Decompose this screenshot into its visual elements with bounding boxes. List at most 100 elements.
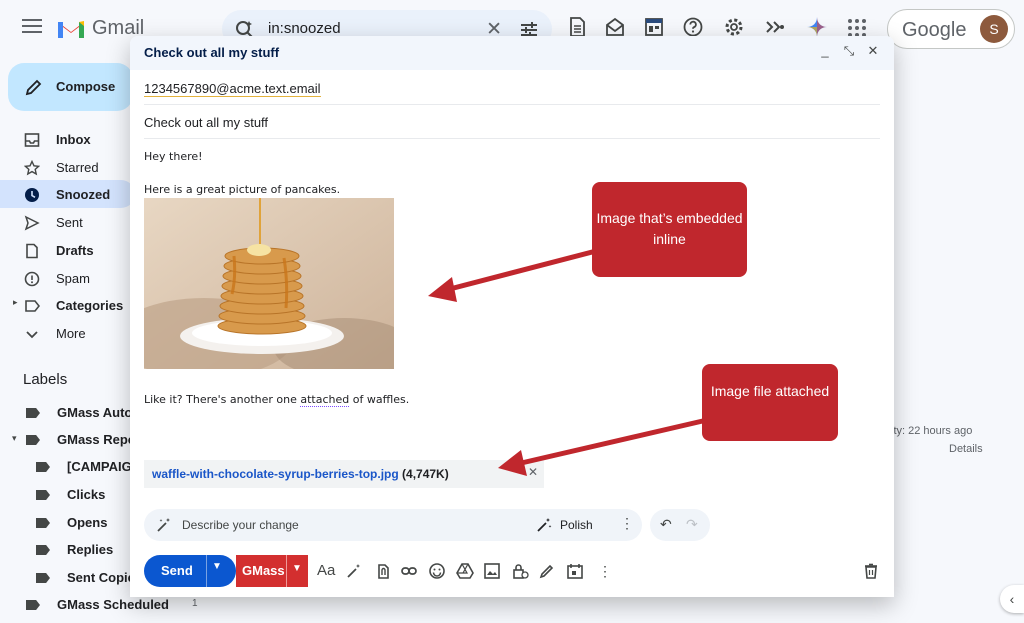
send-label: Send [161, 563, 193, 578]
label-item-text: Sent Copie [67, 570, 135, 585]
help-me-write-bar[interactable]: Describe your change Polish ⋮ [144, 509, 642, 541]
attachment-chip[interactable]: waffle-with-chocolate-syrup-berries-top.… [144, 460, 544, 488]
emoji-icon[interactable] [428, 562, 446, 580]
sidebar-item-drafts[interactable]: Drafts [0, 236, 135, 264]
discard-draft-trash-icon[interactable] [862, 562, 880, 580]
send-button[interactable]: Send ▼ [144, 555, 236, 587]
gmass-label: GMass [242, 563, 285, 578]
confidential-mode-icon[interactable] [511, 562, 529, 580]
labels-heading: Labels [23, 371, 68, 388]
sidebar-item-label: Snoozed [56, 187, 111, 202]
search-input[interactable]: in:snoozed [268, 20, 341, 37]
label-item-text: GMass Repo [57, 432, 136, 447]
label-tag-icon [36, 573, 50, 583]
mail-reports-icon[interactable] [604, 16, 626, 38]
label-item-text: GMass Auto [57, 405, 133, 420]
pencil-icon [25, 79, 42, 96]
remove-attachment-icon[interactable]: ✕ [528, 465, 538, 479]
label-item[interactable]: GMass Scheduled [0, 592, 169, 616]
collapse-arrow-icon[interactable]: ▾ [12, 433, 17, 444]
compose-button[interactable]: Compose [8, 63, 133, 111]
google-drive-icon[interactable] [456, 562, 474, 580]
gmass-button[interactable]: GMass ▼ [236, 555, 308, 587]
spam-warning-icon [24, 271, 40, 287]
sidebar-item-more[interactable]: More [0, 319, 135, 347]
gemini-sparkle-icon[interactable] [806, 16, 828, 38]
workflow-icon[interactable] [764, 16, 786, 38]
expand-arrow-icon[interactable]: ▸ [13, 297, 18, 308]
label-count: 1 [192, 598, 198, 609]
polish-label: Polish [560, 518, 593, 532]
magic-pen-icon [157, 518, 170, 532]
exit-fullscreen-icon[interactable]: ⤡ [840, 43, 858, 59]
details-link[interactable]: Details [949, 443, 983, 455]
label-item[interactable]: Replies [0, 537, 135, 561]
undo-redo-group: ↶ ↷ [650, 509, 710, 541]
subject-field[interactable]: Check out all my stuff [144, 105, 880, 139]
sidebar-item-inbox[interactable]: Inbox [0, 125, 135, 153]
label-item-text: [CAMPAIG [67, 459, 132, 474]
signature-pen-icon[interactable] [538, 562, 556, 580]
chevron-down-icon [26, 331, 38, 339]
sidebar-item-label: Inbox [56, 132, 91, 147]
show-side-panel-button[interactable]: ‹ [1000, 585, 1024, 613]
sidebar-item-starred[interactable]: Starred [0, 153, 135, 181]
gmail-logo-icon[interactable] [56, 16, 86, 40]
send-options-dropdown-icon[interactable]: ▼ [212, 561, 222, 572]
magic-pen-icon[interactable] [345, 562, 363, 580]
help-icon[interactable] [682, 16, 704, 38]
label-tag-icon [26, 435, 40, 445]
formatting-options-icon[interactable]: Aa [317, 562, 335, 580]
schedule-calendar-icon[interactable] [566, 562, 584, 580]
dashboard-icon[interactable] [643, 16, 665, 38]
label-item-text: GMass Scheduled [57, 597, 169, 612]
describe-change-input[interactable]: Describe your change [182, 518, 299, 532]
redo-icon[interactable]: ↷ [686, 516, 698, 533]
main-menu-icon[interactable] [22, 19, 42, 33]
google-apps-icon[interactable] [848, 19, 866, 37]
insert-link-icon[interactable] [400, 562, 418, 580]
gmass-settings-dropdown-icon[interactable]: ▼ [292, 563, 302, 574]
label-item[interactable]: Sent Copie [0, 565, 135, 589]
label-item[interactable]: ▾ GMass Repo [0, 427, 136, 451]
label-item[interactable]: Clicks [0, 482, 135, 506]
subject-input[interactable]: Check out all my stuff [144, 115, 268, 130]
inline-pancake-image[interactable] [144, 198, 394, 369]
label-item[interactable]: [CAMPAIG [0, 454, 135, 478]
send-divider [206, 555, 207, 587]
label-tag-icon [26, 600, 40, 610]
body-greeting[interactable]: Hey there! [144, 150, 203, 163]
body-line-pancakes[interactable]: Here is a great picture of pancakes. [144, 183, 340, 196]
minimize-icon[interactable]: _ [816, 43, 834, 58]
sidebar-item-label: Drafts [56, 243, 94, 258]
sidebar-item-snoozed[interactable]: Snoozed [0, 180, 135, 208]
settings-gear-icon[interactable] [723, 16, 745, 38]
attachment-filename[interactable]: waffle-with-chocolate-syrup-berries-top.… [152, 467, 399, 481]
body-text-part: Like it? There's another one [144, 393, 301, 406]
sidebar-item-sent[interactable]: Sent [0, 208, 135, 236]
recipient-chip[interactable]: 1234567890@acme.text.email [144, 81, 321, 97]
compose-window: Check out all my stuff _ ⤡ ✕ 1234567890@… [130, 36, 894, 597]
spellcheck-word[interactable]: attached [300, 393, 350, 407]
attach-file-icon[interactable] [373, 562, 391, 580]
label-item-text: Clicks [67, 487, 106, 502]
sidebar-item-spam[interactable]: Spam [0, 264, 135, 292]
more-options-icon[interactable]: ⋮ [596, 562, 614, 580]
insert-photo-icon[interactable] [483, 562, 501, 580]
label-item-text: Replies [67, 542, 114, 557]
attachment-link[interactable]: waffle-with-chocolate-syrup-berries-top.… [152, 467, 449, 481]
avatar[interactable]: S [980, 15, 1008, 43]
label-item[interactable]: Opens [0, 510, 135, 534]
more-options-icon[interactable]: ⋮ [620, 515, 634, 532]
clock-icon [25, 188, 39, 202]
account-chip[interactable]: Google S [887, 9, 1015, 49]
body-line-waffles[interactable]: Like it? There's another one attached of… [144, 393, 409, 407]
undo-icon[interactable]: ↶ [660, 516, 672, 533]
sidebar-item-categories[interactable]: ▸ Categories [0, 291, 135, 319]
document-icon[interactable] [566, 16, 588, 38]
close-icon[interactable]: ✕ [864, 43, 882, 59]
to-field[interactable]: 1234567890@acme.text.email [144, 71, 880, 105]
sidebar-item-label: Spam [56, 271, 90, 286]
label-item[interactable]: GMass Auto [0, 400, 135, 424]
compose-header[interactable]: Check out all my stuff _ ⤡ ✕ [130, 36, 894, 70]
